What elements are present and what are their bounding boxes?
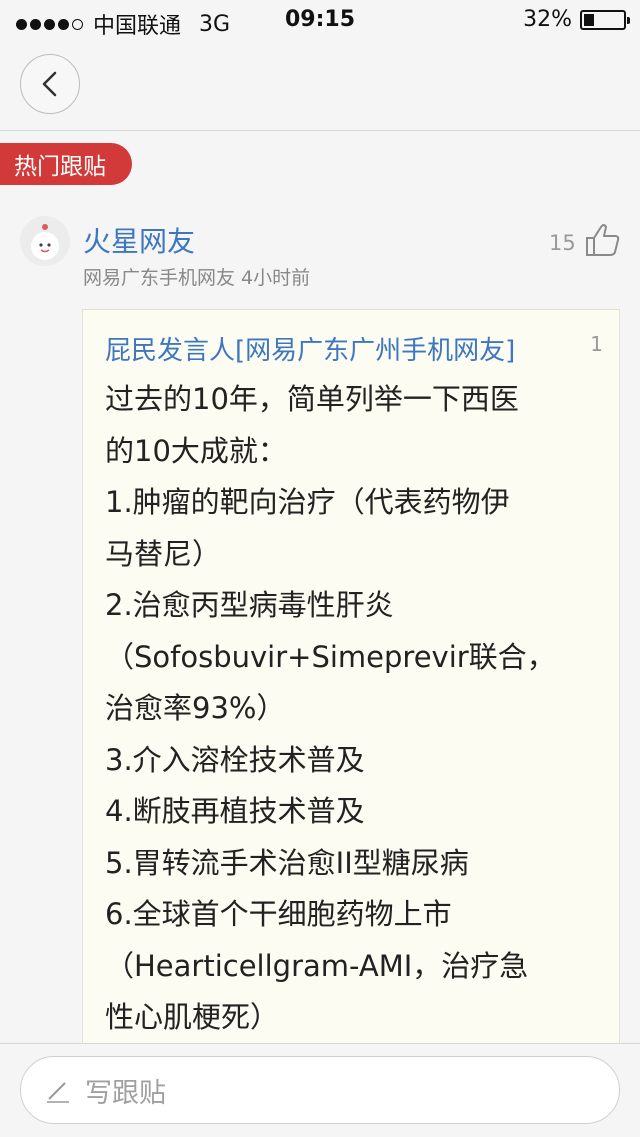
write-comment-placeholder: 写跟贴 xyxy=(85,1077,166,1109)
status-bar: 中国联通 3G 09:15 32% xyxy=(0,0,640,40)
quote-line: 6.全球首个干细胞药物上市 xyxy=(105,897,452,931)
avatar[interactable] xyxy=(20,216,70,266)
hot-comments-label: 热门跟贴 xyxy=(14,154,106,180)
quote-line: 马替尼） xyxy=(105,536,222,571)
status-right: 32% xyxy=(523,7,630,32)
quote-line: （Sofosbuvir+Simeprevir联合， xyxy=(105,639,556,674)
thumbs-up-icon[interactable] xyxy=(583,221,621,259)
hot-comments-tag: 热门跟贴 xyxy=(0,143,132,185)
battery-icon xyxy=(580,9,630,30)
quote-line: 过去的10年，简单列举一下西医 xyxy=(105,382,519,416)
quote-body: 过去的10年，简单列举一下西医 的10大成就： 1.肿瘤的靶向治疗（代表药物伊 … xyxy=(105,374,595,1044)
quote-line: 3.介入溶栓技术普及 xyxy=(105,742,365,777)
nav-bar xyxy=(0,40,640,131)
quote-line: 2.治愈丙型病毒性肝炎 xyxy=(105,588,394,622)
bottom-bar: 写跟贴 xyxy=(0,1043,640,1137)
write-comment-input[interactable]: 写跟贴 xyxy=(20,1056,620,1124)
quote-line: 的10大成就： xyxy=(105,433,287,468)
chevron-left-icon xyxy=(42,71,57,97)
quoted-comment: 屁民发言人[网易广东广州手机网友] 1 过去的10年，简单列举一下西医 的10大… xyxy=(82,309,620,1069)
battery-percent: 32% xyxy=(523,7,572,32)
quote-line: 5.胃转流手术治愈II型糖尿病 xyxy=(105,845,469,880)
quote-line: 4.断肢再植技术普及 xyxy=(105,794,365,828)
quote-line: 治愈率93%） xyxy=(105,691,286,725)
back-button[interactable] xyxy=(20,54,80,114)
floor-number: 1 xyxy=(590,332,603,356)
comment-user-info: 网易广东手机网友 4小时前 xyxy=(83,267,311,289)
quote-line: （Hearticellgram-AMI，治疗急 xyxy=(105,948,529,983)
pencil-icon xyxy=(47,1082,69,1103)
avatar-icon xyxy=(20,216,70,266)
quote-line: 1.肿瘤的靶向治疗（代表药物伊 xyxy=(105,485,510,519)
quote-line: 性心肌梗死） xyxy=(105,1000,280,1034)
quote-author[interactable]: 屁民发言人[网易广东广州手机网友] xyxy=(105,330,515,367)
comment-username[interactable]: 火星网友 xyxy=(83,220,195,260)
like-count: 15 xyxy=(549,231,576,255)
